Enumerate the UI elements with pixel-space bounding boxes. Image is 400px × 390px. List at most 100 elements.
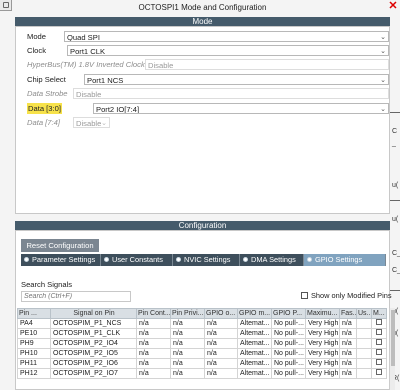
edge-text: C_ bbox=[392, 267, 400, 274]
hyperbus-inverted-clock-label: HyperBus(TM) 1.8V Inverted Clock bbox=[27, 60, 145, 69]
table-cell: n/a bbox=[136, 338, 171, 349]
chip-select-select[interactable]: Port1 NCS ⌄ bbox=[84, 74, 389, 85]
table-cell bbox=[356, 358, 372, 369]
chevron-down-icon: ⌄ bbox=[380, 34, 386, 41]
table-cell bbox=[356, 368, 372, 379]
column-header[interactable]: Maximu... bbox=[305, 308, 340, 319]
column-header[interactable]: Pin ... bbox=[17, 308, 51, 319]
data-3-0-label: Data [3:0] bbox=[27, 103, 62, 114]
hyperbus-inverted-clock-value: Disable bbox=[148, 61, 174, 70]
table-cell: n/a bbox=[339, 328, 357, 339]
table-row[interactable]: PH12 OCTOSPIM_P2_IO7 n/a n/a n/a Altemat... No… bbox=[17, 368, 387, 379]
data-strobe-select: Disable bbox=[73, 88, 389, 99]
mode-select[interactable]: Quad SPI ⌄ bbox=[64, 31, 389, 42]
table-row[interactable]: PH10 OCTOSPIM_P2_IO5 n/a n/a n/a Altemat... No… bbox=[17, 348, 387, 359]
table-cell: n/a bbox=[204, 368, 238, 379]
tab-status-icon bbox=[104, 256, 109, 262]
modified-checkbox[interactable] bbox=[376, 339, 382, 345]
table-cell: n/a bbox=[170, 358, 205, 369]
show-modified-checkbox[interactable]: Show only Modified Pins bbox=[301, 291, 392, 300]
column-header[interactable]: Fas... bbox=[339, 308, 357, 319]
gpio-table: Pin ... Signal on Pin Pin Cont... Pin Privi… bbox=[17, 308, 387, 379]
scrollbar-thumb[interactable] bbox=[391, 310, 395, 366]
modified-checkbox[interactable] bbox=[376, 349, 382, 355]
edge-text: C bbox=[392, 128, 398, 135]
table-cell: n/a bbox=[204, 328, 238, 339]
clock-select[interactable]: Port1 CLK ⌄ bbox=[67, 45, 389, 56]
mode-value: Quad SPI bbox=[67, 33, 100, 42]
table-cell: PE10 bbox=[17, 328, 51, 339]
table-row[interactable]: PH9 OCTOSPIM_P2_IO4 n/a n/a n/a Altemat... No … bbox=[17, 338, 387, 349]
table-cell: OCTOSPIM_P2_IO7 bbox=[50, 368, 137, 379]
modified-checkbox[interactable] bbox=[376, 359, 382, 365]
table-row[interactable]: PH11 OCTOSPIM_P2_IO6 n/a n/a n/a Altemat... No… bbox=[17, 358, 387, 369]
table-cell: n/a bbox=[136, 368, 171, 379]
data-3-0-select[interactable]: Port2 IO[7:4] ⌄ bbox=[93, 103, 389, 114]
pin-toggle-button[interactable] bbox=[0, 0, 12, 11]
table-cell: No pull-... bbox=[271, 318, 306, 329]
data-3-0-value: Port2 IO[7:4] bbox=[96, 105, 140, 114]
table-cell bbox=[356, 338, 372, 349]
table-cell: OCTOSPIM_P2_IO5 bbox=[50, 348, 137, 359]
pin-icon bbox=[2, 2, 9, 8]
table-cell: Altemat... bbox=[237, 328, 272, 339]
tab-status-icon bbox=[24, 256, 29, 262]
field-row-hyperbus-inverted-clock: HyperBus(TM) 1.8V Inverted Clock Disable bbox=[27, 59, 389, 70]
edge-text: u( bbox=[392, 182, 399, 189]
column-header[interactable]: Us... bbox=[356, 308, 372, 319]
table-cell: n/a bbox=[170, 328, 205, 339]
table-cell: PH12 bbox=[17, 368, 51, 379]
table-cell: Very High bbox=[305, 328, 340, 339]
data-7-4-value: Disable bbox=[76, 119, 102, 128]
edge-divider bbox=[390, 112, 400, 113]
table-cell bbox=[356, 318, 372, 329]
column-header[interactable]: GPIO o... bbox=[204, 308, 238, 319]
chevron-down-icon: ⌄ bbox=[380, 106, 386, 113]
table-cell bbox=[371, 368, 387, 379]
column-header[interactable]: Signal on Pin bbox=[50, 308, 137, 319]
data-7-4-select: Disable ⌄ bbox=[73, 117, 110, 128]
table-cell bbox=[371, 338, 387, 349]
table-cell: No pull-... bbox=[271, 338, 306, 349]
modified-checkbox[interactable] bbox=[376, 329, 382, 335]
modified-checkbox[interactable] bbox=[376, 369, 382, 375]
search-signals-label: Search Signals bbox=[21, 280, 73, 289]
table-row[interactable]: PE10 OCTOSPIM_P1_CLK n/a n/a n/a Altemat... No… bbox=[17, 328, 387, 339]
table-cell: No pull-... bbox=[271, 348, 306, 359]
table-cell: n/a bbox=[136, 348, 171, 359]
tab-dma-settings[interactable]: DMA Settings bbox=[240, 254, 304, 266]
configuration-panel: Reset Configuration Parameter Settings U… bbox=[15, 230, 395, 390]
mode-label: Mode bbox=[27, 32, 46, 41]
tab-parameter-settings[interactable]: Parameter Settings bbox=[21, 254, 101, 266]
table-cell: n/a bbox=[170, 368, 205, 379]
tab-gpio-settings[interactable]: GPIO Settings bbox=[304, 254, 386, 266]
column-header[interactable]: M... bbox=[371, 308, 387, 319]
tab-nvic-settings[interactable]: NVIC Settings bbox=[173, 254, 240, 266]
table-cell: Very High bbox=[305, 338, 340, 349]
table-cell: OCTOSPIM_P1_NCS bbox=[50, 318, 137, 329]
field-row-data-strobe: Data Strobe Disable bbox=[27, 88, 389, 99]
column-header[interactable]: Pin Privi... bbox=[170, 308, 205, 319]
column-header[interactable]: GPIO P... bbox=[271, 308, 306, 319]
table-cell: n/a bbox=[136, 318, 171, 329]
table-cell bbox=[371, 328, 387, 339]
tab-status-icon bbox=[176, 256, 181, 262]
table-cell: OCTOSPIM_P2_IO6 bbox=[50, 358, 137, 369]
table-cell bbox=[371, 358, 387, 369]
table-scrollbar[interactable] bbox=[389, 308, 395, 390]
modified-checkbox[interactable] bbox=[376, 319, 382, 325]
column-header[interactable]: Pin Cont... bbox=[136, 308, 171, 319]
table-cell: OCTOSPIM_P2_IO4 bbox=[50, 338, 137, 349]
table-cell: Altemat... bbox=[237, 358, 272, 369]
field-row-clock: Clock Port1 CLK ⌄ bbox=[27, 45, 389, 56]
tab-status-icon bbox=[307, 256, 312, 262]
search-input[interactable] bbox=[21, 291, 131, 302]
tab-user-constants[interactable]: User Constants bbox=[101, 254, 173, 266]
config-tabs: Parameter Settings User Constants NVIC S… bbox=[21, 254, 386, 266]
table-cell: n/a bbox=[170, 338, 205, 349]
table-cell: n/a bbox=[170, 318, 205, 329]
data-7-4-label: Data [7:4] bbox=[27, 118, 60, 127]
reset-configuration-button[interactable]: Reset Configuration bbox=[21, 239, 99, 252]
table-row[interactable]: PA4 OCTOSPIM_P1_NCS n/a n/a n/a Altemat... No … bbox=[17, 318, 387, 329]
column-header[interactable]: GPIO m... bbox=[237, 308, 272, 319]
